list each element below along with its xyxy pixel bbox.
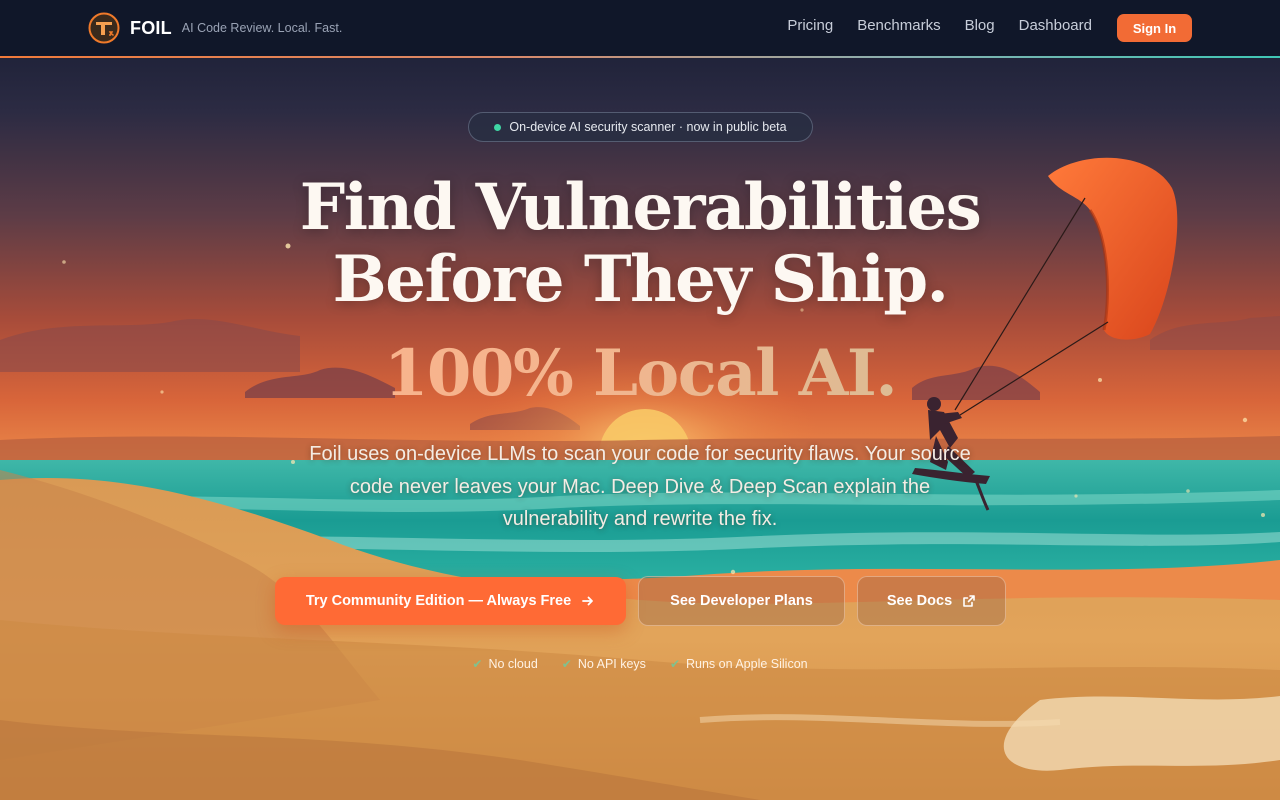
beta-badge-text: On-device AI security scanner · now in p… (509, 120, 787, 134)
nav-link-pricing[interactable]: Pricing (787, 17, 833, 34)
cta-primary-label: Try Community Edition — Always Free (305, 593, 572, 609)
beta-badge: On-device AI security scanner · now in p… (468, 112, 813, 142)
brand[interactable]: FOIL AI Code Review. Local. Fast. (88, 12, 342, 44)
check-label: No cloud (488, 657, 538, 671)
foil-logo-icon (88, 12, 120, 44)
check-item: ✔ No cloud (472, 657, 537, 671)
check-icon: ✔ (561, 657, 572, 671)
top-navbar: FOIL AI Code Review. Local. Fast. Pricin… (0, 0, 1280, 57)
hero-headline: Find Vulnerabilities Before They Ship. (0, 172, 1280, 316)
see-developer-plans-button[interactable]: See Developer Plans (638, 576, 845, 626)
hero-headline-accent: 100% Local AI. (0, 336, 1280, 412)
headline-line-1: Find Vulnerabilities (299, 170, 982, 245)
try-community-edition-button[interactable]: Try Community Edition — Always Free (275, 577, 626, 625)
feature-checks: ✔ No cloud ✔ No API keys ✔ Runs on Apple… (0, 657, 1280, 671)
arrow-right-icon (582, 596, 594, 606)
nav-link-blog[interactable]: Blog (965, 17, 995, 34)
external-link-icon (963, 595, 975, 607)
nav-link-dashboard[interactable]: Dashboard (1019, 17, 1092, 34)
nav-link-benchmarks[interactable]: Benchmarks (857, 17, 940, 34)
check-label: No API keys (577, 657, 646, 671)
check-label: Runs on Apple Silicon (686, 657, 808, 671)
cta-docs-label: See Docs (886, 593, 953, 609)
status-dot-icon (494, 123, 502, 131)
headline-line-2: Before They Ship. (332, 242, 949, 317)
check-item: ✔ No API keys (562, 657, 646, 671)
check-icon: ✔ (669, 657, 680, 671)
navbar-accent-line (0, 56, 1280, 58)
sign-in-button[interactable]: Sign In (1117, 14, 1192, 42)
check-item: ✔ Runs on Apple Silicon (670, 657, 808, 671)
nav-links: Pricing Benchmarks Blog Dashboard (787, 17, 1092, 34)
brand-tagline: AI Code Review. Local. Fast. (181, 21, 343, 35)
cta-plans-label: See Developer Plans (670, 593, 813, 609)
brand-name: FOIL (130, 17, 172, 38)
check-icon: ✔ (472, 657, 483, 671)
see-docs-button[interactable]: See Docs (857, 576, 1006, 626)
hero-subtext: Foil uses on-device LLMs to scan your co… (309, 443, 971, 530)
